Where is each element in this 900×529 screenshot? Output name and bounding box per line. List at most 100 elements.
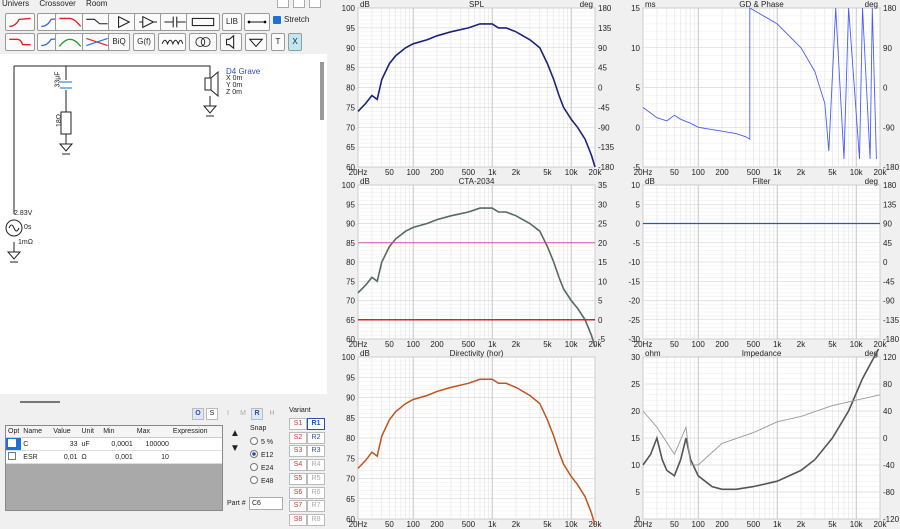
variant-r4-button[interactable]: R4 bbox=[307, 459, 325, 472]
snap-option-5pct[interactable]: 5 % bbox=[250, 437, 273, 446]
highpass-order-icon[interactable] bbox=[5, 33, 35, 51]
mode-button-i[interactable]: I bbox=[222, 408, 234, 420]
x-tick-label: 20k bbox=[589, 168, 603, 177]
variant-s8-button[interactable]: S8 bbox=[289, 513, 307, 526]
param-max[interactable]: 100000 bbox=[134, 437, 171, 451]
mode-button-r[interactable]: R bbox=[251, 408, 263, 420]
variant-r1-button[interactable]: R1 bbox=[307, 418, 325, 430]
x-tick-label: 50 bbox=[385, 168, 394, 177]
y-tick-label: 10 bbox=[631, 181, 640, 190]
menu-crossover[interactable]: Crossover bbox=[39, 0, 75, 8]
variant-r7-button[interactable]: R7 bbox=[307, 500, 325, 513]
snap-option-e24[interactable]: E24 bbox=[250, 463, 273, 472]
variant-s7-button[interactable]: S7 bbox=[289, 500, 307, 513]
chart-filter[interactable]: 10 5 0 -5 -10 -15 -20 -25 -30 180 135 90 45 0 -45 -90 -1… bbox=[617, 177, 900, 349]
chart-imp[interactable]: 30 25 20 15 10 5 0 120 80 40 0 -40 -80 -120 20Hz 50 100 2… bbox=[617, 349, 900, 529]
move-up-icon[interactable]: ▲ bbox=[230, 428, 240, 439]
window-button-1[interactable] bbox=[277, 0, 289, 8]
param-expression[interactable] bbox=[170, 437, 222, 451]
y-tick-label: 100 bbox=[342, 353, 356, 362]
param-max[interactable]: 10 bbox=[134, 450, 171, 464]
y-tick-label: -20 bbox=[628, 297, 640, 306]
library-button[interactable]: LIB bbox=[222, 13, 242, 31]
bandpass-icon[interactable] bbox=[55, 33, 85, 51]
chart-svg-imp: 30252015105012080400-40-80-12020Hz 50 100 2… bbox=[631, 349, 900, 529]
y2-tick-label: 25 bbox=[598, 220, 607, 229]
move-down-icon[interactable]: ▼ bbox=[230, 443, 240, 454]
biquad-button[interactable]: BiQ bbox=[108, 33, 130, 51]
inductor-icon[interactable] bbox=[158, 33, 186, 51]
x-tick-label: 200 bbox=[715, 340, 729, 349]
variant-s1-button[interactable]: S1 bbox=[289, 418, 307, 430]
variant-s3-button[interactable]: S3 bbox=[289, 445, 307, 458]
mode-button-m[interactable]: M bbox=[237, 408, 249, 420]
variant-s5-button[interactable]: S5 bbox=[289, 472, 307, 485]
variant-r5-button[interactable]: R5 bbox=[307, 472, 325, 485]
gf-button[interactable]: G(f) bbox=[133, 33, 155, 51]
x-tick-label: 500 bbox=[462, 520, 476, 529]
chart-spl[interactable]: 100 95 90 85 80 75 70 65 60 180 135 90 45 0 -45 -90 -135… bbox=[332, 0, 615, 177]
y-tick-label: 65 bbox=[346, 495, 355, 504]
speaker-icon[interactable] bbox=[220, 33, 242, 51]
menu-univers[interactable]: Univers bbox=[2, 0, 29, 8]
variant-r8-button[interactable]: R8 bbox=[307, 513, 325, 526]
x-tick-label: 2k bbox=[797, 340, 806, 349]
col-name: Name bbox=[21, 426, 52, 438]
variant-r6-button[interactable]: R6 bbox=[307, 486, 325, 499]
y-tick-label: 5 bbox=[636, 200, 641, 209]
stretch-checkbox[interactable] bbox=[273, 16, 281, 24]
x-tick-label: 20Hz bbox=[349, 340, 368, 349]
opt-checkbox[interactable] bbox=[6, 437, 22, 451]
param-value[interactable]: 33 bbox=[51, 437, 80, 451]
menu-room[interactable]: Room bbox=[86, 0, 107, 8]
window-button-2[interactable] bbox=[293, 0, 305, 8]
mode-button-s[interactable]: S bbox=[206, 408, 218, 420]
y2-tick-label: 90 bbox=[598, 44, 607, 53]
variant-r3-button[interactable]: R3 bbox=[307, 445, 325, 458]
chart-title: Filter bbox=[753, 177, 771, 186]
chart-gd[interactable]: 15 10 5 0 -5 180 90 0 -90 -180 20Hz 50 100 200 500 1k 2k… bbox=[617, 0, 900, 177]
chart-cta[interactable]: 100 95 90 85 80 75 70 65 60 35 30 25 20 15 10 5 0 -5 20Hz 5… bbox=[332, 177, 615, 349]
param-value[interactable]: 0,01 bbox=[51, 450, 80, 464]
chart-dir[interactable]: 100 95 90 85 80 75 70 65 60 20Hz 50 100 200 500 1k 2k 5k… bbox=[332, 349, 615, 529]
highpass-filter-icon[interactable] bbox=[5, 13, 35, 31]
chart-svg-gd: 151050-5180900-90-18020Hz 50 100 200 500 1k 2k… bbox=[631, 0, 899, 177]
mode-button-h[interactable]: H bbox=[266, 408, 278, 420]
variant-r2-button[interactable]: R2 bbox=[307, 431, 325, 444]
y2-tick-label: -135 bbox=[883, 316, 900, 325]
x-tick-label: 100 bbox=[692, 168, 706, 177]
variant-s2-button[interactable]: S2 bbox=[289, 431, 307, 444]
ground-icon[interactable] bbox=[245, 33, 267, 51]
y-tick-label: 70 bbox=[346, 123, 355, 132]
part-input[interactable]: C6 bbox=[249, 497, 283, 510]
variant-s6-button[interactable]: S6 bbox=[289, 486, 307, 499]
variant-s4-button[interactable]: S4 bbox=[289, 459, 307, 472]
snap-option-e48[interactable]: E48 bbox=[250, 476, 273, 485]
transformer-icon[interactable] bbox=[189, 33, 217, 51]
snap-option-e12[interactable]: E12 bbox=[250, 450, 273, 459]
y2-tick-label: -40 bbox=[883, 461, 895, 470]
ground-symbol-2 bbox=[202, 105, 218, 117]
x-tick-label: 1k bbox=[488, 520, 497, 529]
wire-icon[interactable] bbox=[244, 13, 270, 31]
param-expression[interactable] bbox=[170, 450, 222, 464]
t-button[interactable]: T bbox=[271, 33, 285, 51]
param-min[interactable]: 0,001 bbox=[101, 450, 135, 464]
splitter-handle[interactable] bbox=[20, 401, 60, 403]
window-button-3[interactable] bbox=[309, 0, 321, 8]
resistor-icon[interactable] bbox=[186, 13, 220, 31]
y2-tick-label: 90 bbox=[883, 44, 892, 53]
table-row[interactable]: ESR 0,01 Ω 0,001 10 bbox=[6, 450, 222, 464]
opt-checkbox[interactable] bbox=[6, 450, 22, 464]
param-name: ESR bbox=[21, 450, 52, 464]
lowpass-red-icon[interactable] bbox=[55, 13, 85, 31]
schematic-canvas[interactable]: 33µF 18Ω D4 Grave X 0m Y 0m Z 0m 2.83V 0… bbox=[0, 54, 327, 394]
chart-title: CTA-2034 bbox=[459, 177, 495, 186]
x-button[interactable]: X bbox=[288, 33, 302, 51]
table-row[interactable]: C 33 uF 0,0001 100000 bbox=[6, 437, 222, 451]
x-tick-label: 100 bbox=[407, 520, 421, 529]
mode-button-o[interactable]: O bbox=[192, 408, 204, 420]
x-tick-label: 20k bbox=[589, 340, 603, 349]
param-min[interactable]: 0,0001 bbox=[101, 437, 135, 451]
y2-unit-label: deg bbox=[865, 177, 878, 186]
